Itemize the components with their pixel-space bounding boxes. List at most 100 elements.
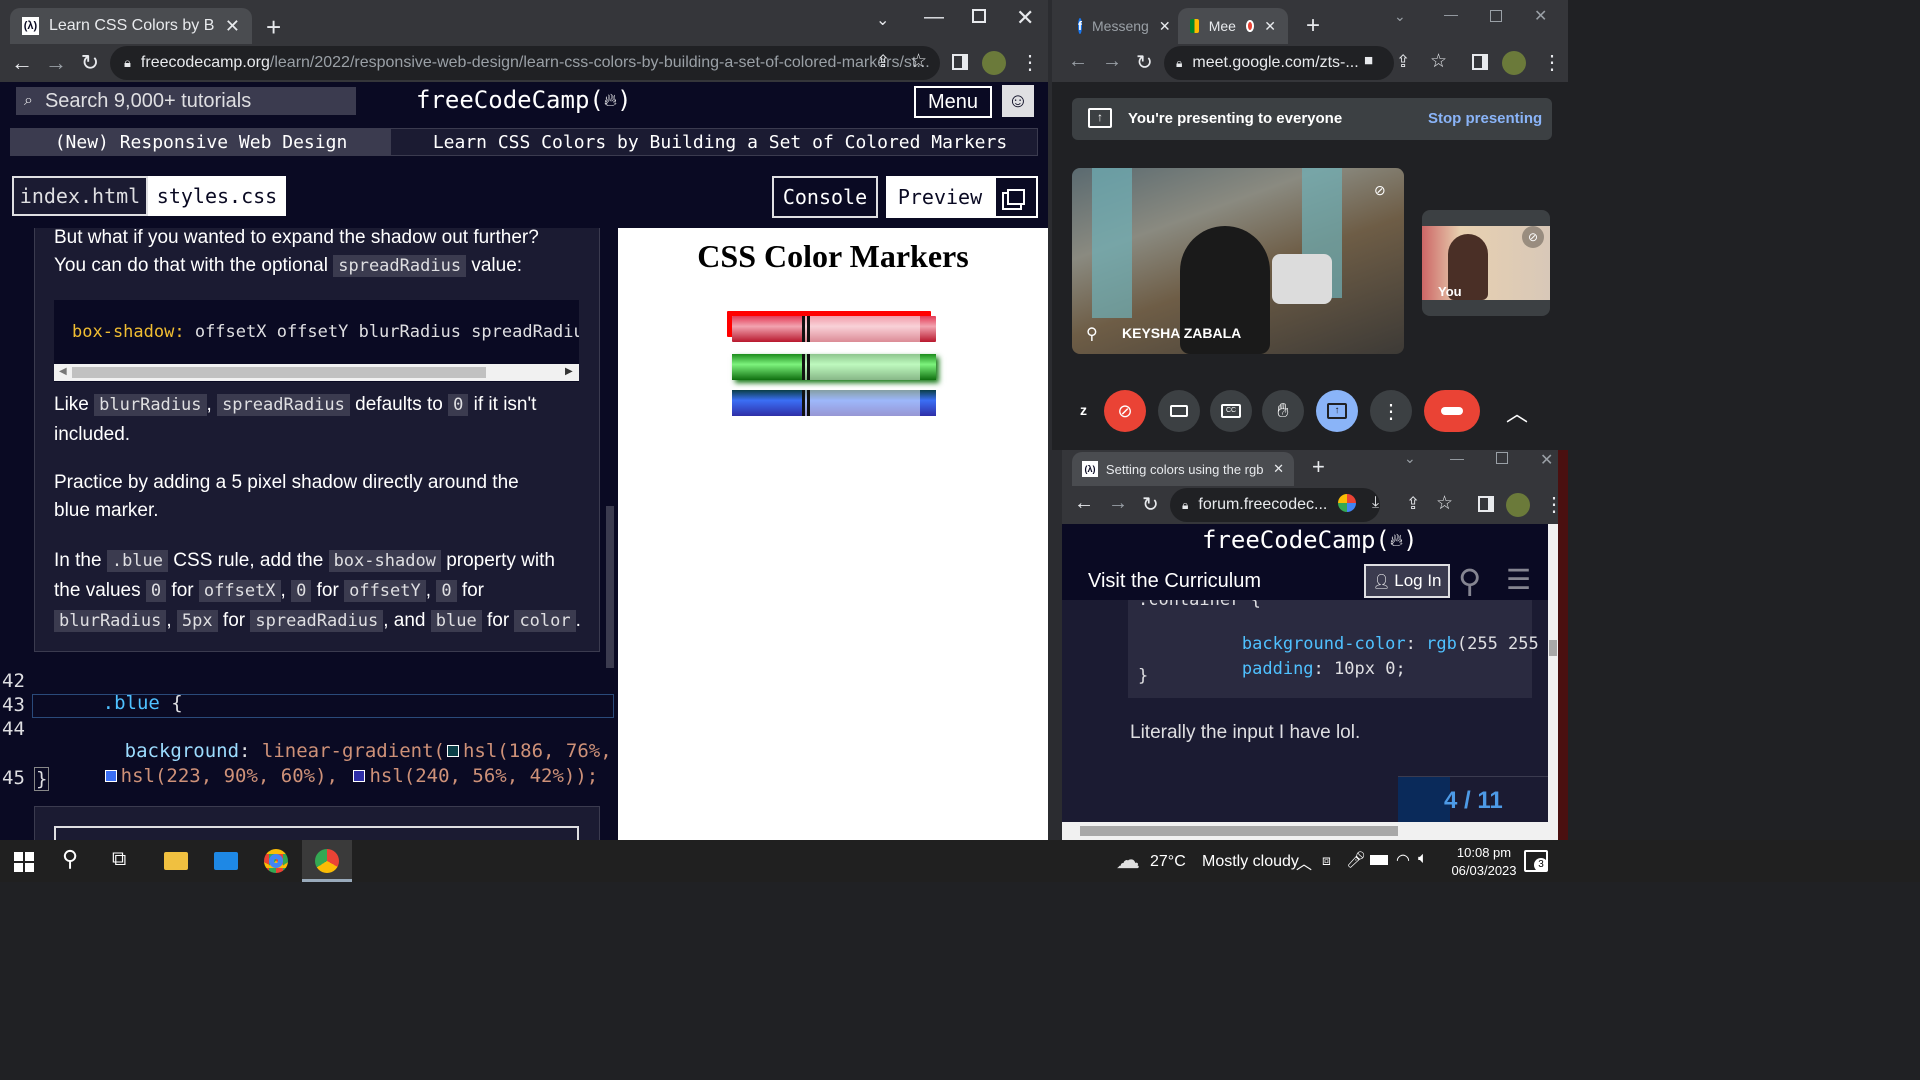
meet-side-panel-icon[interactable] [1472, 54, 1488, 70]
forum-profile-avatar[interactable] [1506, 493, 1530, 517]
meet-minimize-icon[interactable]: — [1444, 6, 1458, 22]
tab-messenger[interactable]: f Messeng ✕ [1066, 8, 1182, 44]
chrome-icon[interactable] [264, 849, 288, 873]
code-editor[interactable]: 42 43 44 45 .blue { background: linear-g… [0, 668, 680, 792]
participant-tile-self[interactable]: ⊘ You [1422, 210, 1550, 316]
more-menu-icon[interactable]: ⋮ [1020, 50, 1040, 75]
preview-button[interactable]: Preview [886, 176, 994, 218]
new-tab-button[interactable]: + [266, 12, 281, 43]
camera-toggle-button[interactable] [1158, 390, 1200, 432]
camera-permission-icon[interactable]: ■ [1364, 52, 1373, 69]
weather-desc[interactable]: Mostly cloudy [1202, 853, 1299, 871]
address-bar[interactable]: 🔒︎ freecodecamp.org/learn/2022/responsiv… [110, 46, 940, 80]
meet-forward-icon[interactable]: → [1102, 50, 1122, 73]
forum-hscrollbar[interactable] [1062, 822, 1558, 840]
clock[interactable]: 10:08 pm 06/03/2023 [1446, 844, 1522, 880]
raise-hand-button[interactable]: ✋︎ [1262, 390, 1304, 432]
scroll-left-arrow[interactable]: ◀ [59, 366, 67, 377]
fcc-logo[interactable]: freeCodeCamp(🔥︎) [416, 86, 632, 114]
side-panel-icon[interactable] [952, 54, 968, 70]
share-icon[interactable]: ⇪ [876, 52, 890, 72]
wifi-icon[interactable]: ◠ [1396, 850, 1410, 870]
leave-call-button[interactable] [1424, 390, 1480, 432]
forum-hscroll-thumb[interactable] [1080, 826, 1398, 836]
forum-maximize-icon[interactable] [1496, 452, 1508, 464]
forum-side-panel-icon[interactable] [1478, 496, 1494, 512]
forum-close-window-icon[interactable]: ✕ [1540, 450, 1553, 470]
battery-icon[interactable] [1370, 855, 1388, 865]
tab-search-chevron-icon[interactable]: ⌄ [876, 10, 889, 30]
instructions-scrollbar[interactable] [606, 506, 614, 668]
meet-star-icon[interactable]: ☆ [1430, 50, 1447, 73]
forum-forward-icon[interactable]: → [1108, 492, 1128, 515]
meet-profile-avatar[interactable] [1502, 51, 1526, 75]
forum-vscroll-thumb[interactable] [1549, 640, 1557, 656]
taskbar-search-icon[interactable]: ⚲ [62, 846, 78, 872]
meet-reload-icon[interactable]: ↻ [1136, 50, 1153, 75]
close-tab-icon[interactable]: ✕ [225, 16, 240, 37]
topic-progress[interactable]: 4 / 11 [1398, 776, 1548, 822]
mic-toggle-button[interactable]: ⊘ [1104, 390, 1146, 432]
scroll-thumb[interactable] [72, 367, 486, 378]
login-button[interactable]: 👤︎ Log In [1364, 564, 1450, 598]
participant-tile-main[interactable]: ⊘ ⚲ KEYSHA ZABALA [1072, 168, 1404, 354]
close-meet-tab-icon[interactable]: ✕ [1264, 18, 1276, 35]
microphone-icon[interactable]: 🎤︎ [1346, 850, 1366, 870]
show-hidden-icons-icon[interactable]: ︿ [1296, 850, 1312, 874]
volume-icon[interactable]: 🔈︎ [1418, 850, 1428, 868]
forum-new-tab-button[interactable]: + [1312, 454, 1325, 480]
mail-icon[interactable] [214, 852, 238, 870]
forum-logo[interactable]: freeCodeCamp(🔥︎) [1202, 526, 1418, 554]
tab-styles-css[interactable]: styles.css [148, 176, 286, 216]
meet-address-bar[interactable]: 🔒︎ meet.google.com/zts-... [1164, 46, 1394, 80]
meet-tab-chevron-icon[interactable]: ⌄ [1394, 8, 1406, 25]
task-view-icon[interactable]: ⧉ [112, 848, 126, 871]
code-hscrollbar[interactable]: ◀ ▶ [54, 364, 579, 381]
chrome-active-highlight[interactable] [302, 840, 352, 882]
hamburger-menu-icon[interactable]: ☰ [1506, 566, 1531, 594]
forum-search-icon[interactable]: ⚲ [1458, 562, 1481, 600]
captions-button[interactable]: CC [1210, 390, 1252, 432]
visit-curriculum-link[interactable]: Visit the Curriculum [1088, 570, 1261, 593]
stop-presenting-button[interactable]: Stop presenting [1428, 110, 1542, 127]
meet-back-icon[interactable]: ← [1068, 50, 1088, 73]
notification-center-button[interactable]: 3 [1524, 850, 1548, 872]
forum-share-icon[interactable]: ⇪ [1406, 494, 1420, 514]
forum-tab-chevron-icon[interactable]: ⌄ [1404, 450, 1416, 467]
forum-close-tab-icon[interactable]: ✕ [1273, 461, 1284, 477]
forum-minimize-icon[interactable]: — [1450, 450, 1464, 466]
meet-new-tab-button[interactable]: + [1306, 12, 1320, 40]
bookmark-star-icon[interactable]: ☆ [910, 50, 927, 73]
tab-meet[interactable]: Mee ✕ [1178, 8, 1288, 44]
search-box[interactable]: ⌕ Search 9,000+ tutorials [16, 87, 356, 115]
breadcrumb-project[interactable]: Learn CSS Colors by Building a Set of Co… [405, 129, 1035, 155]
meet-maximize-icon[interactable] [1490, 10, 1502, 22]
start-button[interactable] [14, 852, 34, 872]
forum-star-icon[interactable]: ☆ [1436, 492, 1453, 515]
profile-avatar[interactable] [982, 51, 1006, 75]
preview-popout-button[interactable] [994, 176, 1038, 218]
meet-tray-icon[interactable]: ⧈ [1322, 852, 1331, 869]
tab-forum[interactable]: (λ) Setting colors using the rgb fu ✕ [1072, 452, 1294, 486]
expand-up-icon[interactable]: ︿ [1506, 396, 1528, 428]
breadcrumb-course[interactable]: (New) Responsive Web Design [11, 129, 391, 155]
maximize-icon[interactable] [972, 9, 986, 23]
forum-reload-icon[interactable]: ↻ [1142, 492, 1159, 517]
forum-vscrollbar[interactable] [1548, 524, 1558, 822]
forum-back-icon[interactable]: ← [1074, 492, 1094, 515]
present-screen-button[interactable]: ↑ [1316, 390, 1358, 432]
tab-index-html[interactable]: index.html [12, 176, 148, 216]
file-explorer-icon[interactable] [164, 852, 188, 870]
meet-more-icon[interactable]: ⋮ [1542, 50, 1562, 75]
close-messenger-tab-icon[interactable]: ✕ [1159, 18, 1171, 35]
weather-temp[interactable]: 27°C [1150, 853, 1186, 871]
install-app-icon[interactable]: ⤓ [1372, 494, 1379, 512]
google-g-icon[interactable] [1338, 494, 1356, 512]
active-line-43[interactable] [32, 694, 614, 718]
tab-fcc-lesson[interactable]: (λ) Learn CSS Colors by Building a Se ✕ [10, 8, 252, 44]
more-options-button[interactable]: ⋮ [1370, 390, 1412, 432]
meet-share-icon[interactable]: ⇪ [1396, 52, 1410, 72]
meet-close-window-icon[interactable]: ✕ [1534, 6, 1547, 26]
reload-icon[interactable]: ↻ [70, 50, 110, 76]
console-button[interactable]: Console [772, 176, 878, 218]
